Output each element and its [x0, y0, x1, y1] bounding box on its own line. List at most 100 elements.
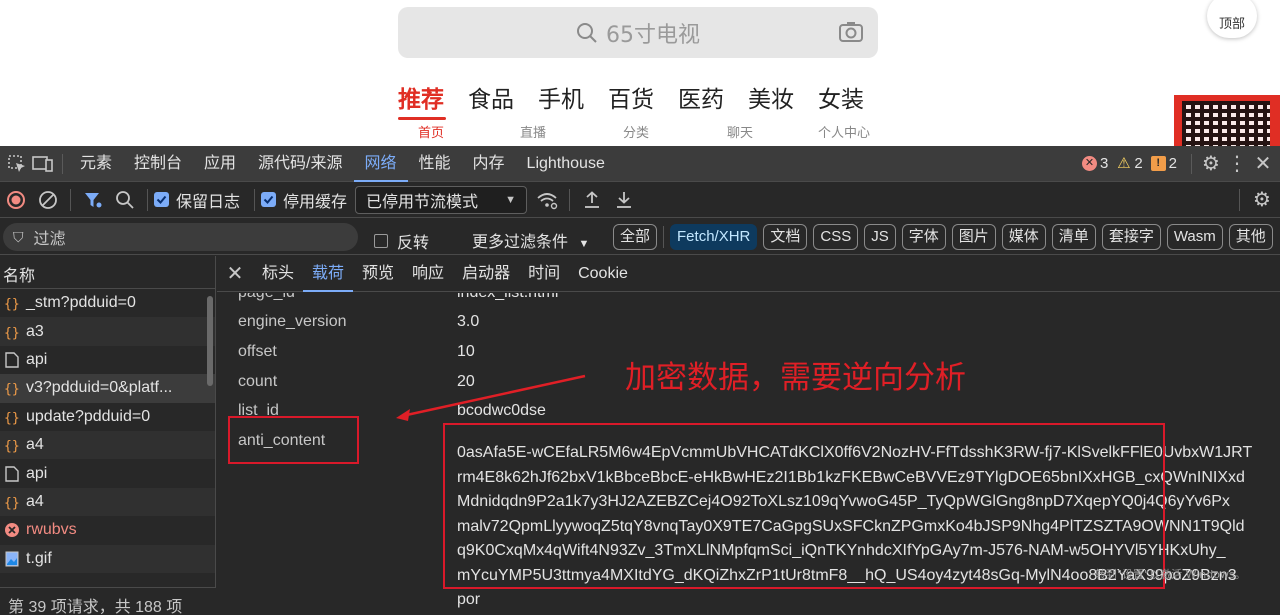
filter-chip-img[interactable]: 图片 — [951, 224, 996, 250]
svg-text:{}: {} — [4, 326, 20, 340]
network-conditions-icon[interactable] — [531, 184, 563, 216]
issue-count: 2 — [1168, 155, 1177, 172]
filter-chip-js[interactable]: JS — [864, 224, 896, 250]
export-har-icon[interactable] — [608, 184, 640, 216]
more-options-icon[interactable]: ⋮ — [1224, 151, 1250, 177]
request-row[interactable]: api — [0, 459, 215, 487]
filter-chip-doc[interactable]: 文档 — [763, 224, 808, 250]
category-beauty[interactable]: 美妆 — [748, 80, 794, 114]
issue-icon: ! — [1150, 156, 1166, 171]
issue-count-badge[interactable]: ! 2 — [1150, 155, 1177, 172]
record-stop-icon[interactable] — [0, 184, 32, 216]
image-icon — [3, 550, 21, 568]
tab-elements[interactable]: 元素 — [69, 146, 123, 182]
xhr-icon: {} — [3, 323, 21, 341]
tab-sources[interactable]: 源代码/来源 — [247, 146, 353, 182]
request-row[interactable]: t.gif — [0, 544, 215, 573]
request-row-selected[interactable]: {} v3?pdduid=0&platf... — [0, 374, 215, 403]
tab-response[interactable]: 响应 — [403, 256, 453, 292]
filter-chip-manifest[interactable]: 清单 — [1051, 224, 1096, 250]
filter-chip-socket[interactable]: 套接字 — [1101, 224, 1161, 250]
settings-gear-icon[interactable]: ⚙ — [1198, 151, 1224, 177]
filter-chip-wasm[interactable]: Wasm — [1166, 224, 1223, 250]
name-column-header[interactable]: 名称 — [0, 256, 215, 289]
document-icon — [3, 465, 21, 483]
tab-memory[interactable]: 内存 — [462, 146, 516, 182]
filter-chip-css[interactable]: CSS — [813, 224, 859, 250]
inspect-element-icon[interactable] — [4, 151, 30, 177]
tab-headers[interactable]: 标头 — [253, 256, 303, 292]
search-icon[interactable] — [109, 184, 141, 216]
tab-network[interactable]: 网络 — [353, 146, 408, 182]
filter-chip-all[interactable]: 全部 — [613, 224, 658, 250]
to-top-button[interactable]: 顶部 — [1207, 0, 1257, 38]
annotation-box-key — [228, 416, 359, 464]
request-row[interactable]: {} _stm?pdduid=0 — [0, 289, 215, 317]
filter-chip-media[interactable]: 媒体 — [1001, 224, 1046, 250]
checkbox-checked-icon — [261, 192, 277, 207]
to-top-label: 顶部 — [1218, 17, 1245, 32]
close-detail-icon[interactable]: ✕ — [217, 256, 253, 292]
tab-preview[interactable]: 预览 — [353, 256, 403, 292]
error-count-badge[interactable]: ✕ 3 — [1081, 155, 1108, 172]
filter-input[interactable]: ⛉ 过滤 — [3, 223, 358, 251]
device-toolbar-icon[interactable] — [30, 151, 56, 177]
filter-chip-fetch-xhr[interactable]: Fetch/XHR — [670, 224, 758, 250]
annotation-box-value — [443, 423, 1165, 589]
warning-count-badge[interactable]: ⚠ 2 — [1116, 155, 1143, 172]
tab-timing[interactable]: 时间 — [519, 256, 569, 292]
request-row[interactable]: {} a4 — [0, 487, 215, 517]
category-women[interactable]: 女装 — [818, 80, 864, 114]
tab-chat[interactable]: 聊天 — [727, 122, 753, 141]
request-list-scrollbar[interactable] — [207, 296, 213, 386]
preserve-log-checkbox[interactable]: 保留日志 — [154, 188, 240, 212]
tab-home[interactable]: 首页 — [418, 122, 444, 141]
anti-content-line: por — [457, 591, 481, 608]
search-bar[interactable]: 65寸电视 — [398, 7, 878, 58]
category-phone[interactable]: 手机 — [538, 80, 584, 114]
param-key: count — [238, 373, 278, 390]
filter-funnel-icon[interactable] — [77, 184, 109, 216]
close-devtools-icon[interactable]: ✕ — [1250, 151, 1276, 177]
request-name: a4 — [26, 492, 44, 510]
category-goods[interactable]: 百货 — [608, 80, 654, 114]
request-row[interactable]: {} update?pdduid=0 — [0, 403, 215, 431]
request-name: a3 — [26, 322, 44, 340]
qr-code — [1174, 95, 1280, 146]
param-value: 10 — [457, 343, 475, 360]
camera-icon[interactable] — [838, 20, 864, 44]
filter-chip-other[interactable]: 其他 — [1228, 224, 1273, 250]
disable-cache-checkbox[interactable]: 停用缓存 — [261, 188, 347, 212]
chevron-down-icon: ▼ — [578, 238, 590, 250]
import-har-icon[interactable] — [576, 184, 608, 216]
tab-payload[interactable]: 载荷 — [303, 256, 354, 292]
request-row[interactable]: {} a3 — [0, 317, 215, 346]
invert-checkbox[interactable]: 反转 — [374, 229, 429, 253]
request-list: 名称 {} _stm?pdduid=0 {} a3 api {} v3?pdduid=… — [0, 256, 216, 615]
throttling-select[interactable]: 已停用节流模式 ▼ — [355, 185, 528, 214]
category-food[interactable]: 食品 — [468, 80, 514, 114]
category-medicine[interactable]: 医药 — [678, 80, 724, 114]
clear-icon[interactable] — [32, 184, 64, 216]
filter-chip-font[interactable]: 字体 — [901, 224, 946, 250]
tab-console[interactable]: 控制台 — [123, 146, 193, 182]
tab-cookie[interactable]: Cookie — [569, 256, 637, 292]
request-summary: 第 39 项请求，共 188 项 — [0, 587, 216, 615]
tab-initiator[interactable]: 启动器 — [453, 256, 519, 292]
request-row[interactable]: api — [0, 346, 215, 374]
network-settings-gear-icon[interactable]: ⚙ — [1246, 184, 1278, 216]
tab-live[interactable]: 直播 — [520, 122, 546, 141]
more-filters-dropdown[interactable]: 更多过滤条件 ▼ — [472, 228, 589, 252]
request-row[interactable]: rwubvs — [0, 516, 215, 544]
annotation-text: 加密数据，需要逆向分析 — [625, 360, 966, 396]
tab-application[interactable]: 应用 — [193, 146, 247, 182]
watermark-line: 转到"设置"以激活 Windows。 — [1095, 568, 1246, 581]
xhr-icon: {} — [3, 294, 21, 312]
category-recommend[interactable]: 推荐 — [398, 80, 444, 114]
tab-lighthouse[interactable]: Lighthouse — [516, 146, 616, 182]
request-row[interactable]: {} a4 — [0, 430, 215, 460]
tab-category[interactable]: 分类 — [623, 122, 649, 141]
tab-profile[interactable]: 个人中心 — [818, 122, 870, 141]
tab-performance[interactable]: 性能 — [408, 146, 462, 182]
error-icon — [3, 521, 21, 539]
